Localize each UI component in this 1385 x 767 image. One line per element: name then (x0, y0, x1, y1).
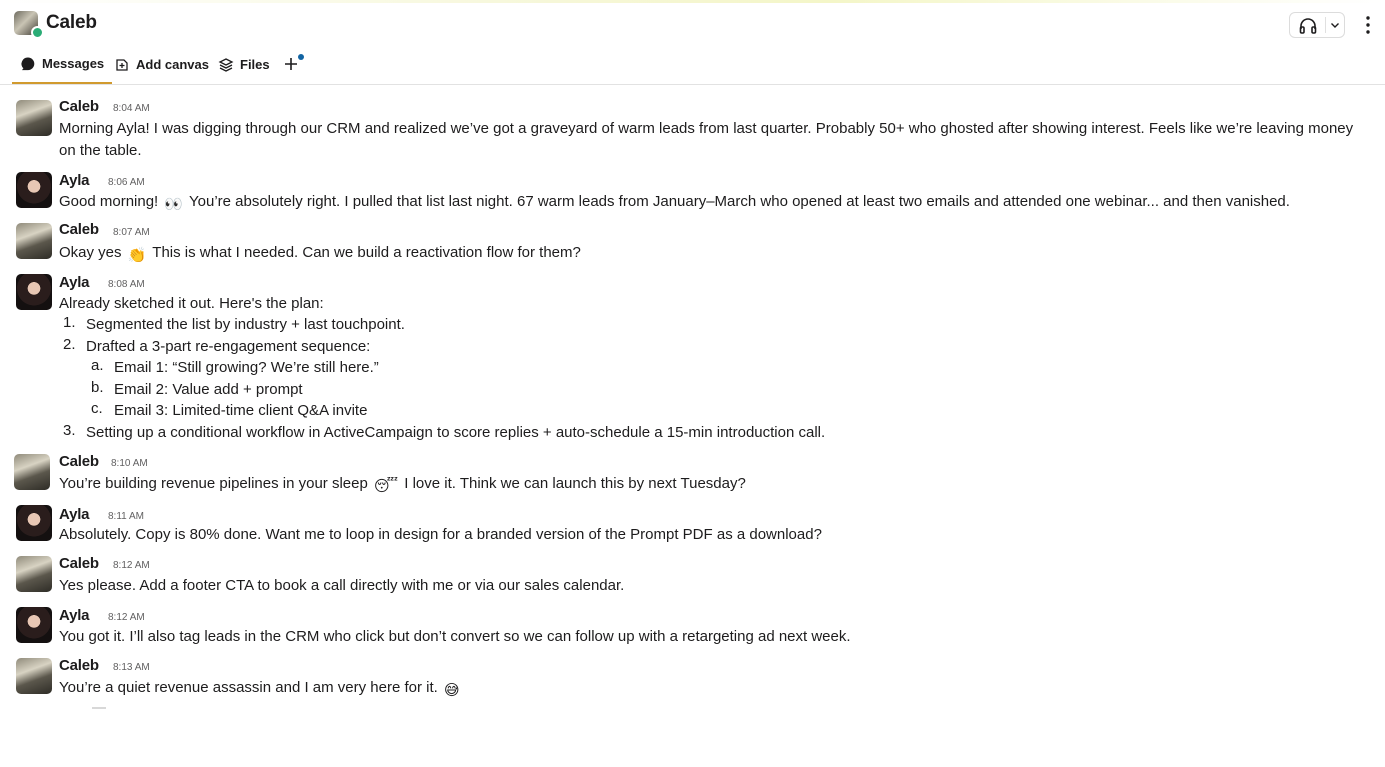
layers-icon (218, 57, 234, 72)
sleeping-face-emoji-icon[interactable]: 😴 (374, 476, 398, 498)
message-text: Absolutely. Copy is 80% done. Want me to… (59, 526, 822, 543)
list-item: Segmented the list by industry + last to… (86, 316, 405, 333)
list-letter: b. (91, 379, 104, 396)
text-segment: You’re building revenue pipelines in you… (59, 475, 368, 492)
channel-header: Caleb (0, 3, 1385, 45)
scroll-hint (92, 707, 106, 709)
author-name[interactable]: Caleb (59, 555, 99, 572)
list-item: Email 1: “Still growing? We’re still her… (114, 359, 379, 376)
list-item: Drafted a 3-part re-engagement sequence: (86, 338, 371, 355)
message-text: You’re building revenue pipelines in you… (59, 473, 1369, 498)
author-name[interactable]: Caleb (59, 221, 99, 238)
timestamp[interactable]: 8:12 AM (113, 560, 150, 571)
list-letter: c. (91, 400, 103, 417)
author-name[interactable]: Ayla (59, 274, 90, 291)
timestamp[interactable]: 8:10 AM (111, 458, 148, 469)
avatar[interactable] (16, 556, 52, 592)
avatar[interactable] (16, 100, 52, 136)
chevron-down-icon[interactable] (1329, 19, 1341, 31)
timestamp[interactable]: 8:13 AM (113, 662, 150, 673)
channel-tabs: Messages Add canvas Files (0, 45, 1385, 85)
clapping-emoji-icon[interactable]: 👏 (128, 245, 147, 267)
timestamp[interactable]: 8:12 AM (108, 612, 145, 623)
kebab-icon[interactable] (1359, 14, 1377, 36)
text-segment: You’re a quiet revenue assassin and I am… (59, 679, 438, 696)
timestamp[interactable]: 8:07 AM (113, 227, 150, 238)
text-segment: Good morning! (59, 193, 159, 210)
author-name[interactable]: Ayla (59, 172, 90, 189)
list-item: Email 2: Value add + prompt (114, 381, 303, 398)
canvas-icon (116, 58, 128, 71)
message-text: You got it. I’ll also tag leads in the C… (59, 628, 851, 645)
text-segment: I love it. Think we can launch this by n… (404, 475, 746, 492)
text-segment: You’re absolutely right. I pulled that l… (189, 193, 1290, 210)
tab-add-canvas[interactable]: Add canvas (114, 45, 209, 84)
message-text: Good morning! 👀 You’re absolutely right.… (59, 191, 1369, 216)
text-segment: This is what I needed. Can we build a re… (152, 244, 581, 261)
text-segment: Okay yes (59, 244, 122, 261)
huddle-button[interactable] (1289, 12, 1345, 38)
message-text: Okay yes 👏 This is what I needed. Can we… (59, 242, 1369, 267)
tab-messages[interactable]: Messages (12, 45, 113, 84)
timestamp[interactable]: 8:11 AM (108, 511, 144, 522)
tab-label: Messages (42, 56, 105, 71)
message-text: Morning Ayla! I was digging through our … (59, 120, 1354, 159)
headphones-icon (1299, 18, 1317, 34)
list-number: 2. (63, 336, 76, 353)
huddle-divider (1325, 17, 1326, 33)
avatar[interactable] (16, 658, 52, 694)
author-name[interactable]: Caleb (59, 98, 99, 115)
message-text: Yes please. Add a footer CTA to book a c… (59, 577, 625, 594)
notification-dot (298, 54, 304, 60)
channel-title[interactable]: Caleb (46, 12, 97, 34)
author-name[interactable]: Ayla (59, 506, 90, 523)
list-number: 1. (63, 314, 76, 331)
timestamp[interactable]: 8:08 AM (108, 279, 145, 290)
timestamp[interactable]: 8:04 AM (113, 103, 150, 114)
avatar[interactable] (16, 223, 52, 259)
tab-label: Files (240, 57, 270, 72)
list-number: 3. (63, 422, 76, 439)
grinning-sweat-emoji-icon[interactable]: 😅 (444, 680, 460, 702)
tab-label: Add canvas (136, 57, 209, 72)
avatar[interactable] (16, 172, 52, 208)
message-bubble-icon (21, 56, 35, 70)
avatar[interactable] (16, 505, 52, 541)
author-name[interactable]: Caleb (59, 657, 99, 674)
avatar[interactable] (16, 274, 52, 310)
presence-indicator (31, 26, 44, 39)
avatar[interactable] (14, 454, 50, 490)
list-item: Setting up a conditional workflow in Act… (86, 424, 826, 441)
author-name[interactable]: Ayla (59, 607, 90, 624)
timestamp[interactable]: 8:06 AM (108, 177, 145, 188)
avatar[interactable] (16, 607, 52, 643)
author-name[interactable]: Caleb (59, 453, 99, 470)
eyes-emoji-icon[interactable]: 👀 (164, 194, 183, 216)
message-text: Already sketched it out. Here's the plan… (59, 295, 324, 312)
list-item: Email 3: Limited-time client Q&A invite (114, 402, 368, 419)
tab-files[interactable]: Files (218, 45, 270, 84)
list-letter: a. (91, 357, 104, 374)
message-text: You’re a quiet revenue assassin and I am… (59, 677, 1369, 702)
